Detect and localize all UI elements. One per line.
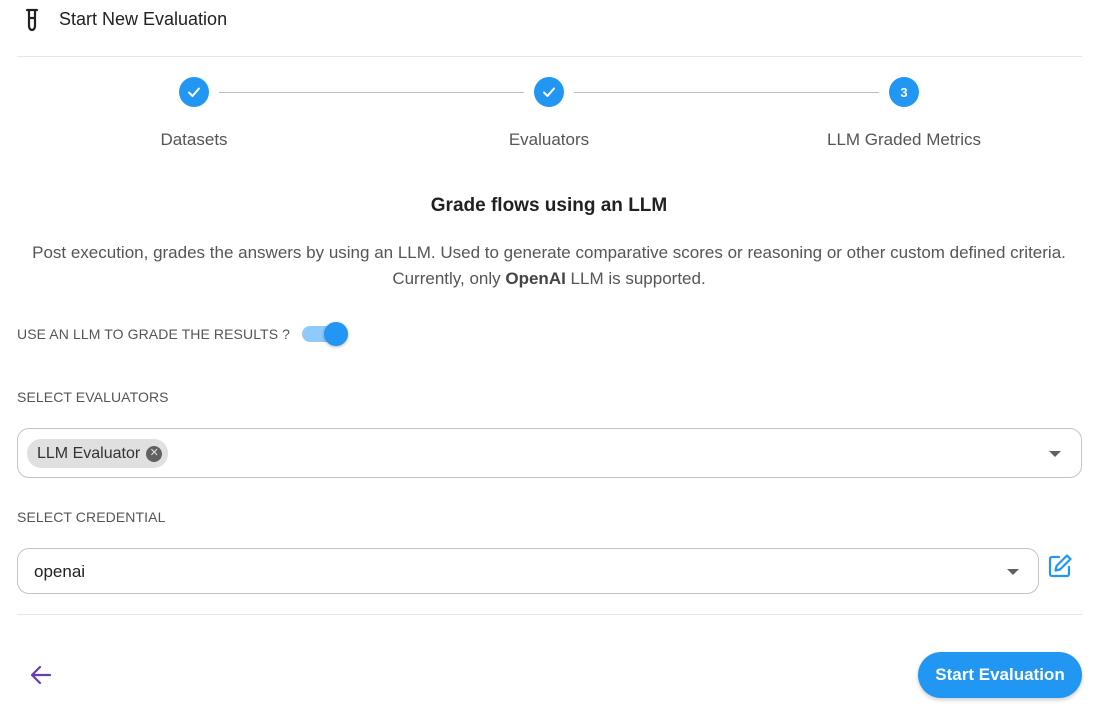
- section-description: Post execution, grades the answers by us…: [0, 240, 1098, 292]
- description-line-1: Post execution, grades the answers by us…: [32, 243, 1066, 262]
- step-1-complete-icon: [179, 77, 209, 107]
- description-provider: OpenAI: [505, 269, 566, 288]
- header-divider: [17, 56, 1082, 57]
- flask-icon: [25, 8, 39, 32]
- edit-credential-icon[interactable]: [1046, 552, 1074, 580]
- footer-divider: [17, 614, 1082, 615]
- dialog-title: Start New Evaluation: [59, 9, 228, 29]
- description-prefix: Currently, only: [392, 269, 506, 288]
- evaluator-chip: LLM Evaluator ✕: [27, 439, 169, 468]
- step-connector: [219, 92, 524, 93]
- llm-grade-toggle[interactable]: [302, 321, 348, 347]
- evaluators-select[interactable]: LLM Evaluator ✕: [17, 428, 1082, 478]
- description-line-2: Currently, only OpenAI LLM is supported.: [0, 266, 1098, 292]
- evaluator-chip-label: LLM Evaluator: [37, 444, 141, 462]
- select-evaluators-label: SELECT EVALUATORS: [17, 389, 169, 405]
- step-label-datasets: Datasets: [160, 130, 228, 149]
- chevron-down-icon[interactable]: [1049, 451, 1061, 457]
- step-label-evaluators: Evaluators: [508, 130, 590, 149]
- step-label-llm-graded-metrics: LLM Graded Metrics: [827, 130, 981, 149]
- step-connector: [574, 92, 879, 93]
- step-3-number: 3: [889, 77, 919, 107]
- section-title: Grade flows using an LLM: [430, 195, 668, 216]
- llm-toggle-label: USE AN LLM TO GRADE THE RESULTS ?: [17, 326, 291, 342]
- toggle-thumb: [324, 322, 348, 346]
- credential-select[interactable]: openai: [17, 548, 1039, 594]
- select-credential-label: SELECT CREDENTIAL: [17, 509, 166, 525]
- credential-value: openai: [34, 562, 86, 581]
- start-evaluation-button[interactable]: Start Evaluation: [918, 652, 1082, 698]
- description-suffix: LLM is supported.: [565, 269, 706, 288]
- step-2-complete-icon: [534, 77, 564, 107]
- back-arrow-icon[interactable]: [28, 662, 54, 688]
- chip-remove-icon[interactable]: ✕: [146, 445, 163, 462]
- dialog-header: Start New Evaluation: [0, 0, 1098, 42]
- chevron-down-icon[interactable]: [1007, 569, 1019, 575]
